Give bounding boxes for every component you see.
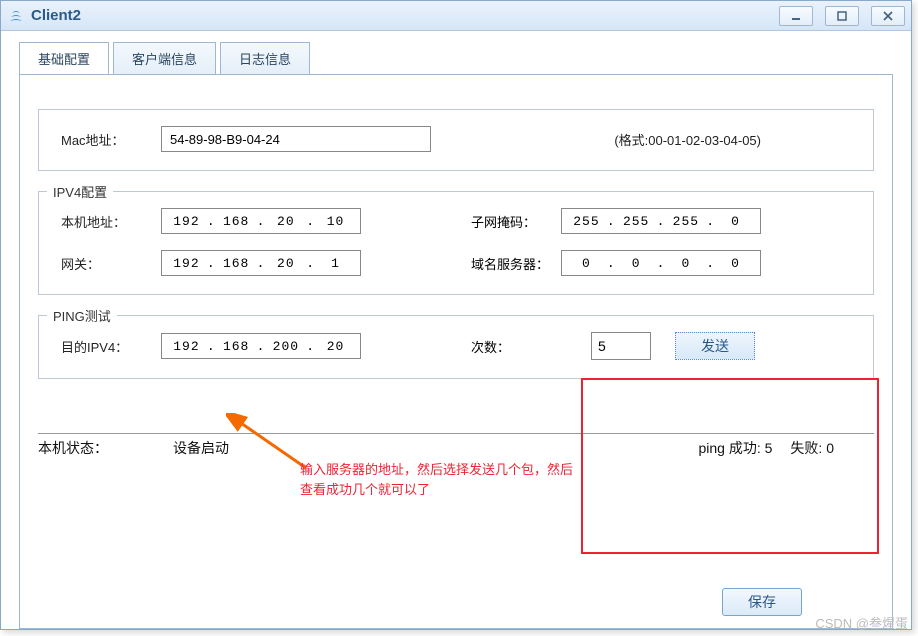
close-button[interactable] — [871, 6, 905, 26]
ping-count-label: 次数： — [471, 337, 591, 356]
tab-log-info[interactable]: 日志信息 — [220, 42, 310, 75]
local-ip-label: 本机地址： — [61, 212, 161, 231]
ping-fail: 失败: 0 — [790, 438, 834, 458]
gateway-input[interactable]: 192. 168. 20. 1 — [161, 250, 361, 276]
config-panel: Mac地址： (格式:00-01-02-03-04-05) IPV4配置 本机地… — [19, 74, 893, 629]
dns-input[interactable]: 0. 0. 0. 0 — [561, 250, 761, 276]
app-icon — [7, 7, 25, 25]
mac-input[interactable] — [161, 126, 431, 152]
mask-input[interactable]: 255. 255. 255. 0 — [561, 208, 761, 234]
ipv4-group: IPV4配置 本机地址： 192. 168. 20. 10 子网掩码： — [38, 191, 874, 295]
status-value: 设备启动 — [173, 438, 698, 458]
mac-format-hint: (格式:00-01-02-03-04-05) — [614, 130, 851, 149]
gateway-label: 网关： — [61, 254, 161, 273]
ping-success: ping 成功: 5 — [698, 438, 772, 458]
status-label: 本机状态： — [38, 438, 173, 458]
send-button[interactable]: 发送 — [675, 332, 755, 360]
app-window: Client2 基础配置 客户端信息 日志信息 Mac地址： — [0, 0, 912, 630]
titlebar: Client2 — [1, 1, 911, 31]
ping-legend: PING测试 — [47, 306, 117, 325]
mask-label: 子网掩码： — [471, 212, 561, 231]
content-area: 基础配置 客户端信息 日志信息 Mac地址： (格式:00-01-02-03-0… — [1, 31, 911, 629]
dns-label: 域名服务器： — [471, 254, 561, 273]
ping-target-label: 目的IPV4： — [61, 337, 161, 356]
minimize-button[interactable] — [779, 6, 813, 26]
ping-group: PING测试 目的IPV4： 192. 168. 200. 20 次数： — [38, 315, 874, 379]
save-button[interactable]: 保存 — [722, 588, 802, 616]
watermark: CSDN @叁煋蛋 — [815, 613, 908, 632]
status-line: 本机状态： 设备启动 ping 成功: 5 失败: 0 — [38, 433, 874, 458]
tab-client-info[interactable]: 客户端信息 — [113, 42, 216, 75]
tab-basic-config[interactable]: 基础配置 — [19, 42, 109, 75]
mac-label: Mac地址： — [61, 130, 161, 149]
maximize-button[interactable] — [825, 6, 859, 26]
window-title: Client2 — [31, 7, 81, 24]
ping-target-input[interactable]: 192. 168. 200. 20 — [161, 333, 361, 359]
mac-group: Mac地址： (格式:00-01-02-03-04-05) — [38, 109, 874, 171]
tab-strip: 基础配置 客户端信息 日志信息 — [19, 41, 893, 74]
ping-count-input[interactable] — [591, 332, 651, 360]
ipv4-legend: IPV4配置 — [47, 182, 113, 201]
local-ip-input[interactable]: 192. 168. 20. 10 — [161, 208, 361, 234]
